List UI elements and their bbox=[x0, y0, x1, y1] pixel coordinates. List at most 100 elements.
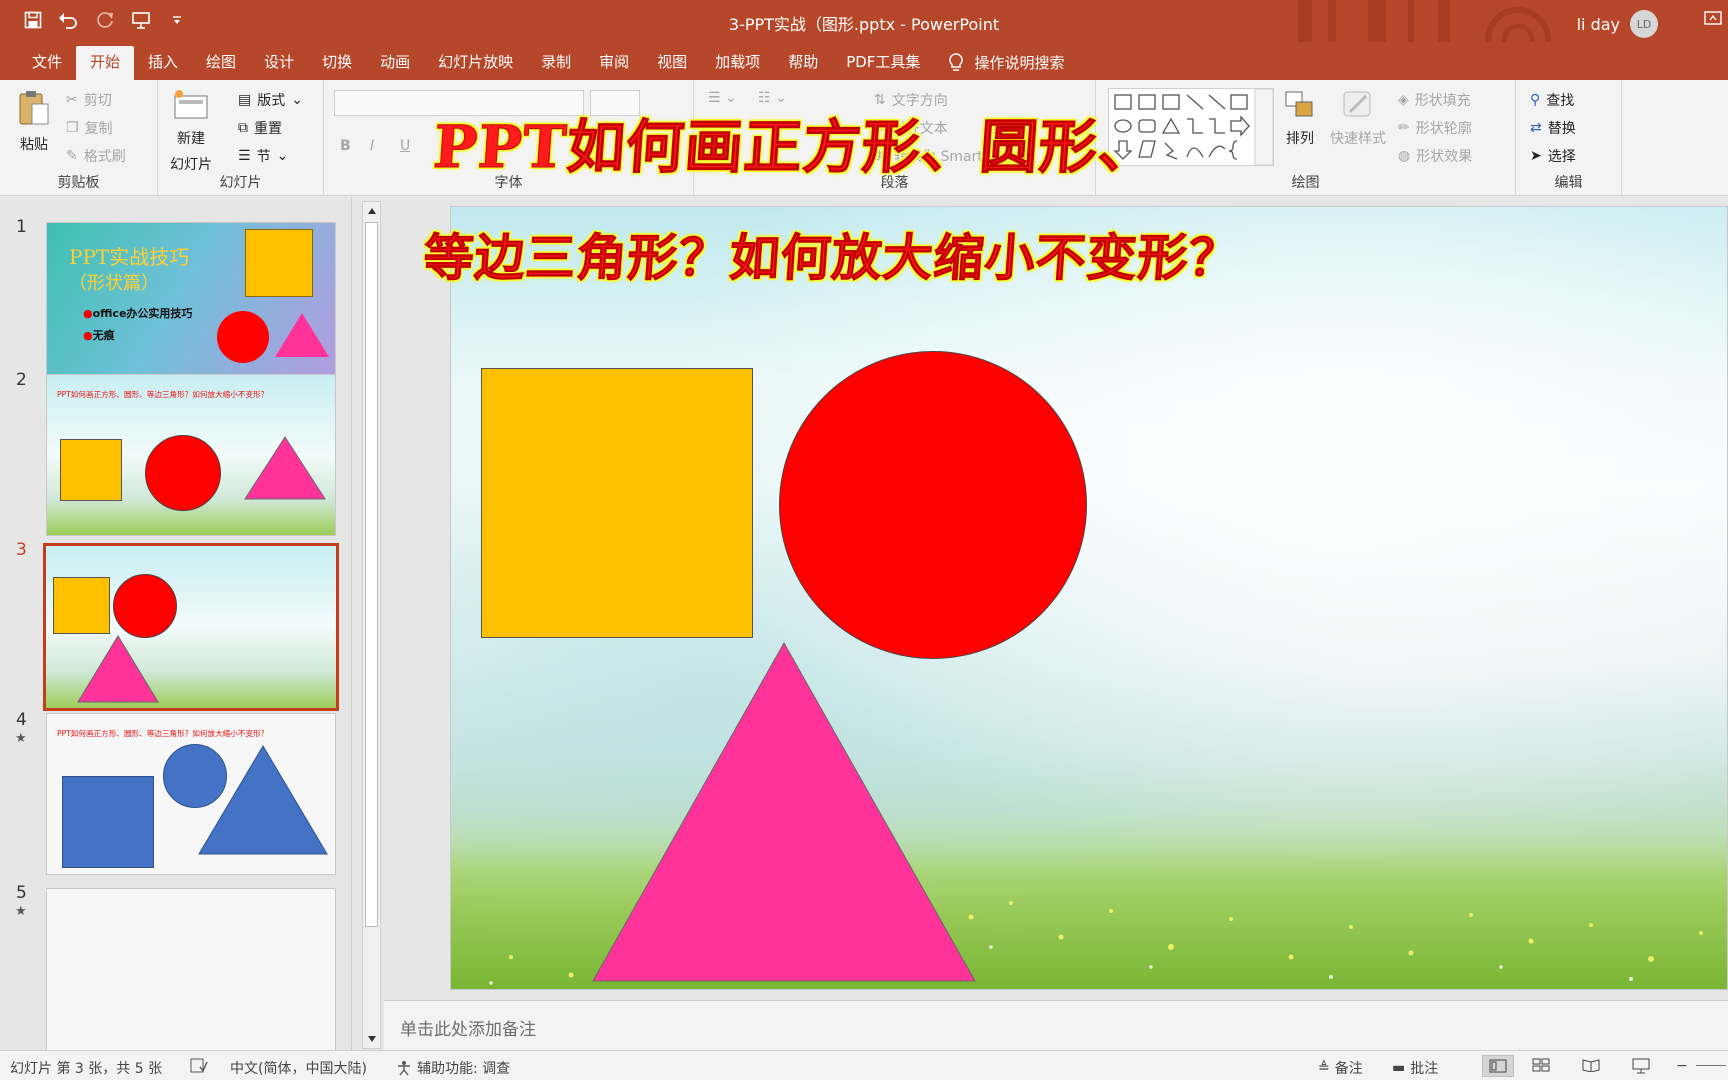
replace-label: 替换 bbox=[1547, 121, 1576, 137]
scroll-down-arrow-icon[interactable] bbox=[366, 1033, 377, 1045]
notes-pane[interactable]: 单击此处添加备注 bbox=[384, 1000, 1728, 1050]
normal-view-button[interactable] bbox=[1482, 1055, 1514, 1077]
normal-view-icon bbox=[1489, 1059, 1507, 1073]
slide-sorter-icon bbox=[1532, 1058, 1550, 1072]
underline-button[interactable]: U bbox=[400, 138, 410, 154]
search-icon: ⚲ bbox=[1530, 92, 1541, 108]
tab-animations[interactable]: 动画 bbox=[366, 46, 424, 80]
triangle-shape bbox=[275, 313, 329, 357]
tab-view[interactable]: 视图 bbox=[643, 46, 701, 80]
circle-shape[interactable] bbox=[779, 351, 1087, 659]
shape-fill-button[interactable]: ◈ 形状填充 bbox=[1398, 90, 1471, 110]
editing-group-label: 编辑 bbox=[1554, 175, 1583, 191]
copy-label: 复制 bbox=[84, 121, 113, 137]
tell-me-search[interactable]: 操作说明搜索 bbox=[934, 46, 1078, 80]
drawing-group-label: 绘图 bbox=[1291, 175, 1320, 191]
notes-toggle-label: 备注 bbox=[1334, 1061, 1363, 1077]
accessibility-status[interactable]: 辅助功能: 调查 bbox=[396, 1058, 510, 1078]
select-button[interactable]: ➤ 选择 bbox=[1530, 146, 1576, 166]
tab-draw[interactable]: 绘图 bbox=[192, 46, 250, 80]
circle-shape bbox=[217, 311, 269, 363]
quick-styles-icon bbox=[1343, 91, 1371, 117]
new-slide-button[interactable]: 新建 幻灯片 bbox=[170, 88, 212, 174]
quick-styles-label: 快速样式 bbox=[1330, 131, 1386, 147]
quick-styles-button[interactable]: 快速样式 bbox=[1330, 88, 1386, 148]
minus-icon: − bbox=[1676, 1058, 1688, 1074]
slide-number: 5 bbox=[16, 883, 27, 903]
thumb4-title: PPT如何画正方形、圆形、等边三角形？如何放大缩小不变形？ bbox=[57, 729, 269, 738]
thumb2-title: PPT如何画正方形、圆形、等边三角形？如何放大缩小不变形？ bbox=[57, 390, 269, 399]
shape-effects-button[interactable]: ◍ 形状效果 bbox=[1398, 146, 1472, 166]
section-button[interactable]: ☰ 节 ⌄ bbox=[238, 146, 288, 166]
arrange-icon bbox=[1285, 91, 1313, 117]
thumb1-subtitle: （形状篇） bbox=[69, 273, 159, 294]
replace-button[interactable]: ⇄ 替换 bbox=[1530, 118, 1576, 138]
shape-outline-button[interactable]: ✏ 形状轮廓 bbox=[1398, 118, 1472, 138]
ribbon-tabs: 文件 开始 插入 绘图 设计 切换 动画 幻灯片放映 录制 审阅 视图 加载项 … bbox=[0, 42, 1728, 80]
circle-shape bbox=[145, 435, 221, 511]
format-painter-button[interactable]: ✎ 格式刷 bbox=[66, 146, 126, 166]
reading-view-button[interactable] bbox=[1582, 1058, 1600, 1072]
square-shape[interactable] bbox=[481, 368, 753, 638]
slideshow-button[interactable] bbox=[1632, 1058, 1650, 1074]
thumbnails-scrollbar[interactable] bbox=[362, 201, 381, 1049]
spell-check-icon[interactable] bbox=[190, 1058, 208, 1074]
slide-thumbnail-5[interactable] bbox=[46, 888, 336, 1058]
animation-star-icon: ★ bbox=[15, 904, 27, 919]
slide-thumbnail-3[interactable] bbox=[43, 543, 339, 711]
paste-icon bbox=[19, 91, 49, 125]
tab-insert[interactable]: 插入 bbox=[134, 46, 192, 80]
ribbon-display-options-icon[interactable] bbox=[1704, 10, 1724, 28]
language-indicator[interactable]: 中文(简体，中国大陆) bbox=[230, 1058, 367, 1078]
tab-slideshow[interactable]: 幻灯片放映 bbox=[424, 46, 527, 80]
cut-button[interactable]: ✂ 剪切 bbox=[66, 90, 112, 110]
italic-button[interactable]: I bbox=[370, 138, 374, 154]
tab-transitions[interactable]: 切换 bbox=[308, 46, 366, 80]
tab-review[interactable]: 审阅 bbox=[585, 46, 643, 80]
editing-group: ⚲ 查找 ⇄ 替换 ➤ 选择 编辑 bbox=[1516, 80, 1622, 196]
pen-icon: ✏ bbox=[1398, 120, 1410, 136]
comments-toggle-button[interactable]: ▬ 批注 bbox=[1392, 1058, 1438, 1078]
chevron-down-icon: ⌄ bbox=[276, 148, 289, 164]
comment-icon: ▬ bbox=[1392, 1060, 1406, 1076]
tab-pdf-tools[interactable]: PDF工具集 bbox=[832, 46, 934, 80]
tab-help[interactable]: 帮助 bbox=[774, 46, 832, 80]
tab-home[interactable]: 开始 bbox=[76, 46, 135, 80]
triangle-shape[interactable] bbox=[591, 641, 977, 983]
find-button[interactable]: ⚲ 查找 bbox=[1530, 90, 1574, 110]
square-shape bbox=[60, 439, 122, 501]
bold-button[interactable]: B bbox=[340, 138, 351, 154]
animation-star-icon: ★ bbox=[15, 731, 27, 746]
clipboard-group: 粘贴 ✂ 剪切 ❐ 复制 ✎ 格式刷 剪贴板 bbox=[0, 80, 158, 196]
tab-design[interactable]: 设计 bbox=[250, 46, 308, 80]
slide-sorter-button[interactable] bbox=[1532, 1058, 1550, 1072]
reset-button[interactable]: ⧉ 重置 bbox=[238, 118, 282, 138]
scrollbar-thumb[interactable] bbox=[365, 222, 378, 927]
zoom-out-button[interactable]: − bbox=[1676, 1058, 1688, 1074]
tab-addins[interactable]: 加载项 bbox=[701, 46, 774, 80]
triangle-shape bbox=[77, 635, 159, 703]
lightbulb-icon bbox=[949, 53, 964, 71]
tab-file[interactable]: 文件 bbox=[18, 46, 76, 80]
cut-label: 剪切 bbox=[83, 93, 112, 109]
slide-thumbnail-2[interactable]: PPT如何画正方形、圆形、等边三角形？如何放大缩小不变形？ bbox=[46, 374, 336, 536]
paint-bucket-icon: ◈ bbox=[1398, 92, 1409, 108]
slide-thumbnail-4[interactable]: PPT如何画正方形、圆形、等边三角形？如何放大缩小不变形？ bbox=[46, 713, 336, 875]
layout-button[interactable]: ▤ 版式 ⌄ bbox=[238, 90, 303, 110]
tab-record[interactable]: 录制 bbox=[527, 46, 585, 80]
zoom-slider[interactable] bbox=[1696, 1065, 1726, 1066]
cursor-icon: ➤ bbox=[1530, 148, 1542, 164]
avatar[interactable]: LD bbox=[1630, 10, 1658, 38]
document-title: 3-PPT实战（图形.pptx - PowerPoint bbox=[728, 15, 1000, 34]
notes-toggle-button[interactable]: ≜ 备注 bbox=[1318, 1058, 1363, 1078]
current-slide[interactable] bbox=[450, 206, 1728, 990]
slide-thumbnail-1[interactable]: PPT实战技巧 （形状篇） ●office办公实用技巧 ●无痕 bbox=[46, 222, 336, 384]
copy-button[interactable]: ❐ 复制 bbox=[66, 118, 113, 138]
tell-me-label: 操作说明搜索 bbox=[974, 54, 1065, 72]
select-label: 选择 bbox=[1547, 149, 1576, 165]
scroll-up-arrow-icon[interactable] bbox=[366, 205, 377, 217]
arrange-button[interactable]: 排列 bbox=[1282, 88, 1318, 148]
user-account[interactable]: li day LD bbox=[1577, 10, 1658, 38]
comments-toggle-label: 批注 bbox=[1410, 1061, 1439, 1077]
paste-button[interactable]: 粘贴 bbox=[16, 88, 52, 154]
